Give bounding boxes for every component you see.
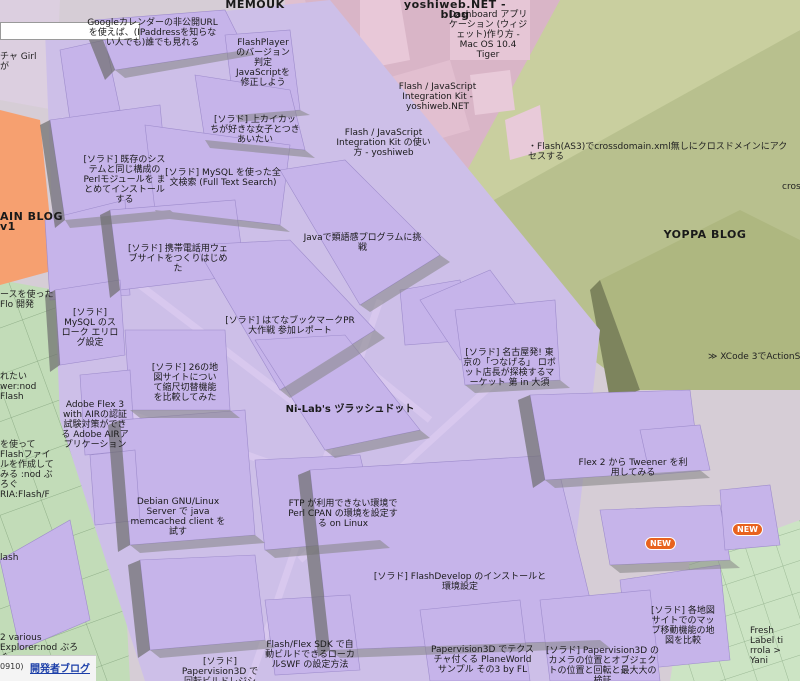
label-papervision2[interactable]: Papervision3D でテクスチャ付くる PlaneWorld サンプル … <box>430 645 535 675</box>
label-papervision3[interactable]: [ソラド] Papervision3D のカメラの位置とオブジェクトの位置と回転… <box>545 646 660 681</box>
label-memouk[interactable]: MEMOUK <box>225 0 285 10</box>
new-badge-2: NEW <box>732 523 763 536</box>
label-yoppa[interactable]: YOPPA BLOG <box>650 229 760 240</box>
label-calendar[interactable]: Googleカレンダーの非公開URLを使えば、(IPaddressを知らない人で… <box>85 18 220 48</box>
label-fresh-label[interactable]: Fresh Label ti rrola > Yani <box>750 626 800 666</box>
label-flash-side[interactable]: lash <box>0 553 30 563</box>
label-main-blog[interactable]: AIN BLOG v1 <box>0 211 72 232</box>
label-flex-sdk[interactable]: Flash/Flex SDK で自動ビルドできるローカルSWF の設定方法 <box>265 640 355 670</box>
label-map-compare[interactable]: [ソラド] 各地図サイトでのマップ移動機能の地図を比較 <box>648 606 718 646</box>
label-adobe-flex[interactable]: Adobe Flex 3 with AIRの認証試験対策ができる Adobe A… <box>60 400 130 450</box>
label-crossdomain[interactable]: ・Flash(AS3)でcrossdomain.xml無しにクロスドメインにアク… <box>528 142 788 162</box>
label-kakai[interactable]: [ソラド] 上カイカッちが好きな女子とつきあいたい <box>210 115 300 145</box>
label-flo-side[interactable]: ースを使ったFlo 開発 <box>0 290 60 310</box>
label-flex2[interactable]: Flex 2 から Tweener を利用してみる <box>578 458 688 478</box>
label-mysql-err[interactable]: [ソラド] MySQL のスローク エリログ設定 <box>60 308 120 348</box>
bldg-pv1 <box>139 554 266 651</box>
city-map-view[interactable]: MEMOUK yoshiweb.NET - blog Googleカレンダーの非… <box>0 0 800 681</box>
label-hatena[interactable]: [ソラド] はてなブックマークPR大作戦 参加レポート <box>225 316 355 336</box>
label-flv-360[interactable]: [ソラド] 26の地図サイトについて縮尺切替機能を比較してみた <box>150 363 220 403</box>
new-badge-1: NEW <box>645 537 676 550</box>
label-papervision1[interactable]: [ソラド] Papervision3D で回転ビルドレジションを... <box>180 657 260 681</box>
label-debian[interactable]: Debian GNU/Linux Server で java memcached… <box>128 497 228 537</box>
label-xcode[interactable]: ≫ XCode 3でActionScript <box>708 352 800 362</box>
label-nagoya[interactable]: [ソラド] 名古屋発! 東京の「つなげる」 ロボット店長が探検するマーケット 第… <box>462 348 557 388</box>
label-java-voice[interactable]: Javaで類語感プログラムに挑戦 <box>300 233 425 253</box>
label-left-top[interactable]: チャ Girlが <box>0 52 40 72</box>
developer-blog-link[interactable]: 開発者ブログ <box>30 660 90 675</box>
label-mysql-search[interactable]: [ソラド] MySQL を使った全文検索 (Full Text Search) <box>163 168 283 188</box>
label-existing-sys[interactable]: [ソラド] 既存のシステムと同じ構成のPerlモジュールを まとめてインストール… <box>82 155 167 205</box>
label-mobile-web[interactable]: [ソラド] 携帯電話用ウェブサイトをつくりはじめた <box>128 244 228 274</box>
corner-code: 0910) <box>0 662 24 671</box>
bldg-new-b <box>719 484 781 551</box>
label-side-flash[interactable]: を使ってFlashファイルを作成してみる :nod ぶろぐ RIA:Flash/… <box>0 440 55 500</box>
label-ftp[interactable]: FTP が利用できない環境でPerl CPAN の環境を設定する on Linu… <box>288 499 398 529</box>
label-side-rare[interactable]: れたいwer:nod Flash <box>0 372 40 402</box>
bldg-new <box>599 504 731 566</box>
label-flashjs-use[interactable]: Flash / JavaScript Integration Kit の使い方 … <box>336 128 431 158</box>
label-flashplayer[interactable]: FlashPlayerのバージョン判定 JavaScriptを修正しよう <box>233 38 293 88</box>
label-nilab[interactable]: Ni-Lab's ヅラッシュドット <box>275 405 425 415</box>
label-flashjs-kit[interactable]: Flash / JavaScript Integration Kit - yos… <box>395 82 480 112</box>
label-cross-small[interactable]: cross <box>782 182 800 192</box>
label-flashdevelop[interactable]: [ソラド] FlashDevelop のインストールと環境設定 <box>370 572 550 592</box>
label-dashboard[interactable]: Dashboard アプリケーション (ウィジェット)作り方 - Mac OS … <box>448 10 528 60</box>
